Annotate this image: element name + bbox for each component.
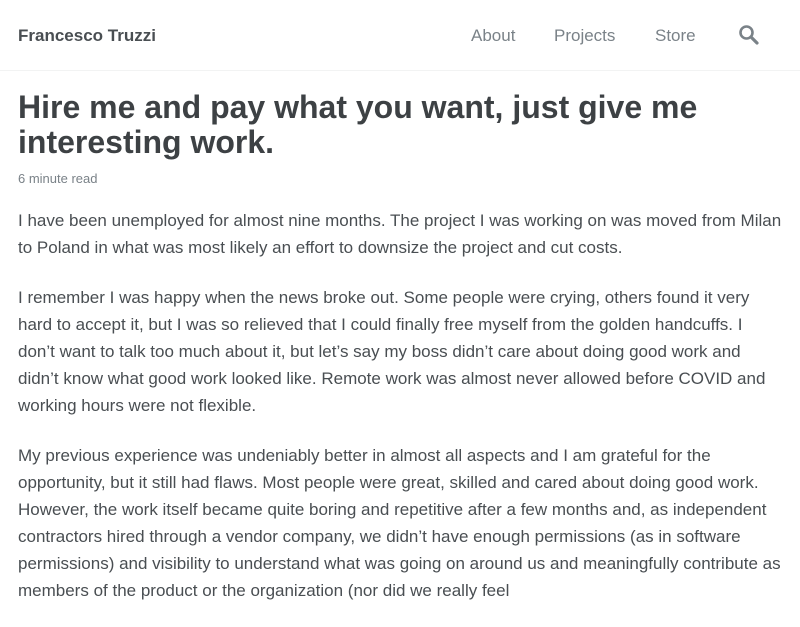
- search-button[interactable]: [738, 24, 760, 46]
- page-title: Hire me and pay what you want, just give…: [18, 89, 698, 160]
- article: Hire me and pay what you want, just give…: [18, 90, 784, 627]
- site-title-link[interactable]: Francesco Truzzi: [18, 26, 156, 46]
- nav-link-store[interactable]: Store: [655, 26, 696, 46]
- nav-link-projects[interactable]: Projects: [554, 26, 615, 46]
- article-paragraph: I have been unemployed for almost nine m…: [18, 211, 782, 257]
- article-body: I have been unemployed for almost nine m…: [18, 207, 784, 604]
- article-paragraph: I remember I was happy when the news bro…: [18, 288, 766, 415]
- read-time: 6 minute read: [18, 171, 98, 186]
- article-paragraph: My previous experience was undeniably be…: [18, 446, 781, 600]
- masthead: Francesco Truzzi About Projects Store: [0, 0, 800, 71]
- nav-link-about[interactable]: About: [471, 26, 515, 46]
- search-icon: [739, 25, 759, 45]
